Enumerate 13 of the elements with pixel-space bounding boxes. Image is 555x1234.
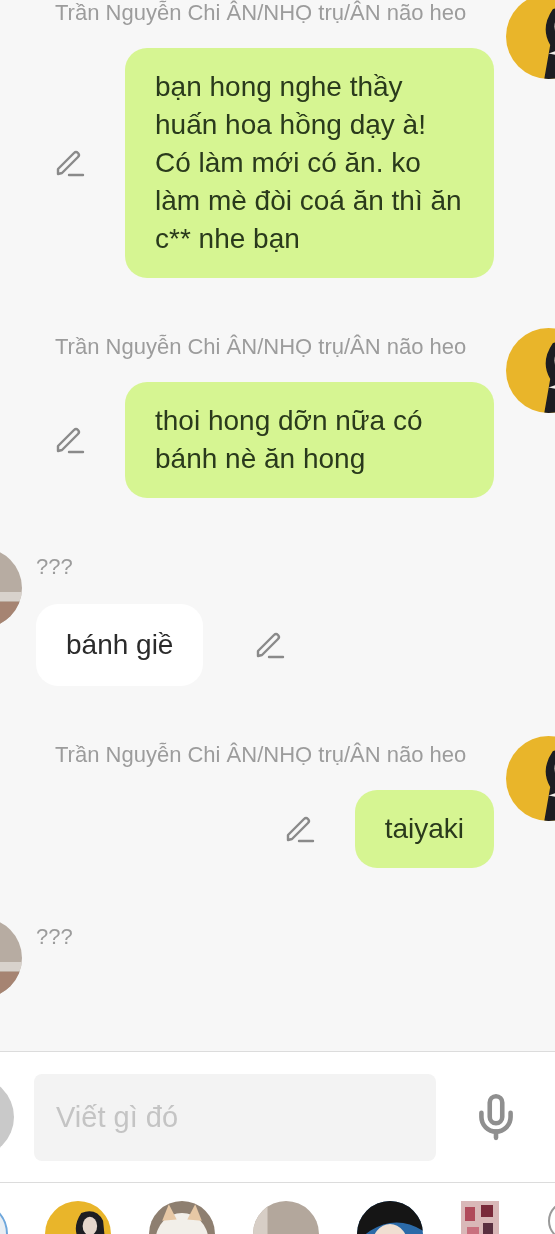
edit-icon[interactable] (55, 148, 85, 178)
message-bubble: bạn hong nghe thầy huấn hoa hồng dạy à! Có làm mới có ăn. ko làm mè đòi coá ăn thì ăn c** nhe bạn (125, 48, 494, 278)
sender-name: ??? (36, 553, 74, 581)
sender-name: Trần Nguyễn Chi ÂN/NHỌ trụ/ÂN não heo (55, 741, 468, 769)
message-bubble: bánh giề (36, 604, 204, 686)
edit-icon[interactable] (255, 630, 286, 660)
message-bubble: taiyaki (354, 790, 494, 868)
sender-name: Trần Nguyễn Chi ÂN/NHỌ trụ/ÂN não heo (55, 333, 468, 361)
edit-icon[interactable] (284, 814, 315, 844)
message-bubble: thoi hong dỡn nữa có bánh nè ăn hong (125, 382, 494, 498)
sender-name: ??? (36, 923, 73, 951)
edit-icon[interactable] (55, 425, 85, 455)
sender-name: Trần Nguyễn Chi ÂN/NHỌ trụ/ÂN não heo (55, 0, 468, 27)
